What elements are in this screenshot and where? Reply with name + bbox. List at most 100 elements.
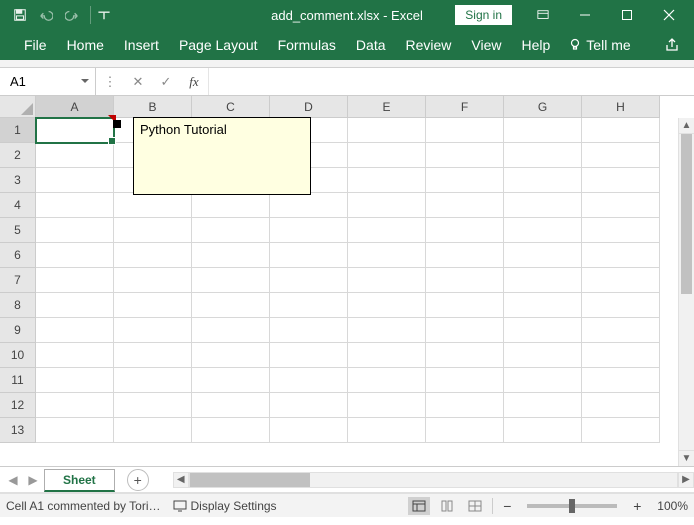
cancel-icon[interactable]: ✕ xyxy=(124,68,152,96)
cell[interactable] xyxy=(270,193,348,218)
cell[interactable] xyxy=(504,393,582,418)
cell[interactable] xyxy=(192,368,270,393)
cell[interactable] xyxy=(192,268,270,293)
cell[interactable] xyxy=(36,243,114,268)
row-header[interactable]: 5 xyxy=(0,218,36,243)
cell[interactable] xyxy=(348,193,426,218)
cell[interactable] xyxy=(36,393,114,418)
tab-home[interactable]: Home xyxy=(57,30,114,60)
horizontal-scroll-thumb[interactable] xyxy=(190,473,310,487)
column-header[interactable]: G xyxy=(504,96,582,118)
formula-input[interactable] xyxy=(209,68,694,95)
tell-me-button[interactable]: Tell me xyxy=(560,37,638,53)
cell[interactable] xyxy=(36,418,114,443)
cell[interactable] xyxy=(270,243,348,268)
cell[interactable] xyxy=(36,343,114,368)
cell[interactable] xyxy=(426,368,504,393)
row-header[interactable]: 9 xyxy=(0,318,36,343)
tab-help[interactable]: Help xyxy=(512,30,561,60)
cell[interactable] xyxy=(270,218,348,243)
cell[interactable] xyxy=(114,368,192,393)
name-box[interactable]: A1 xyxy=(0,68,96,95)
cell[interactable] xyxy=(426,168,504,193)
cell[interactable] xyxy=(426,318,504,343)
cell[interactable] xyxy=(114,193,192,218)
tab-nav-prev-icon[interactable]: ◀ xyxy=(4,469,22,491)
cell[interactable] xyxy=(192,343,270,368)
cell[interactable] xyxy=(582,343,660,368)
column-header[interactable]: F xyxy=(426,96,504,118)
tab-nav-next-icon[interactable]: ▶ xyxy=(24,469,42,491)
cell[interactable] xyxy=(36,368,114,393)
cell[interactable] xyxy=(348,243,426,268)
cell[interactable] xyxy=(114,218,192,243)
row-header[interactable]: 1 xyxy=(0,118,36,143)
cell[interactable] xyxy=(114,343,192,368)
cell[interactable] xyxy=(582,393,660,418)
cell[interactable] xyxy=(348,218,426,243)
cell[interactable] xyxy=(192,318,270,343)
cell[interactable] xyxy=(270,293,348,318)
vertical-scrollbar[interactable]: ▲ ▼ xyxy=(678,118,694,466)
cell[interactable] xyxy=(348,418,426,443)
cell[interactable] xyxy=(114,393,192,418)
cell[interactable] xyxy=(348,343,426,368)
vertical-scroll-thumb[interactable] xyxy=(681,134,692,294)
row-header[interactable]: 8 xyxy=(0,293,36,318)
sign-in-button[interactable]: Sign in xyxy=(455,5,512,25)
cell[interactable] xyxy=(36,118,114,143)
cell[interactable] xyxy=(192,393,270,418)
cell[interactable] xyxy=(270,343,348,368)
zoom-slider[interactable] xyxy=(527,504,617,508)
cell[interactable] xyxy=(582,293,660,318)
row-header[interactable]: 6 xyxy=(0,243,36,268)
cell[interactable] xyxy=(270,418,348,443)
redo-icon[interactable] xyxy=(60,3,84,27)
row-header[interactable]: 12 xyxy=(0,393,36,418)
share-button[interactable] xyxy=(654,37,690,53)
scroll-left-icon[interactable]: ◀ xyxy=(173,472,189,488)
cell[interactable] xyxy=(114,418,192,443)
column-header[interactable]: C xyxy=(192,96,270,118)
cell[interactable] xyxy=(504,118,582,143)
fx-icon[interactable]: fx xyxy=(180,68,208,96)
cell[interactable] xyxy=(270,368,348,393)
cell[interactable] xyxy=(348,318,426,343)
cell[interactable] xyxy=(36,293,114,318)
cell[interactable] xyxy=(504,368,582,393)
cell[interactable] xyxy=(348,393,426,418)
column-header[interactable]: H xyxy=(582,96,660,118)
tab-data[interactable]: Data xyxy=(346,30,396,60)
cell[interactable] xyxy=(504,193,582,218)
cell[interactable] xyxy=(348,118,426,143)
row-header[interactable]: 10 xyxy=(0,343,36,368)
cell[interactable] xyxy=(348,168,426,193)
cell[interactable] xyxy=(426,143,504,168)
cell[interactable] xyxy=(504,243,582,268)
customize-qat-icon[interactable] xyxy=(97,3,111,27)
save-icon[interactable] xyxy=(8,3,32,27)
scroll-up-icon[interactable]: ▲ xyxy=(679,118,694,134)
cell[interactable] xyxy=(36,218,114,243)
tab-file[interactable]: File xyxy=(14,30,57,60)
row-header[interactable]: 11 xyxy=(0,368,36,393)
cell[interactable] xyxy=(426,418,504,443)
cell[interactable] xyxy=(582,218,660,243)
normal-view-icon[interactable] xyxy=(408,497,430,515)
cell[interactable] xyxy=(192,243,270,268)
cell[interactable] xyxy=(582,168,660,193)
cell[interactable] xyxy=(426,218,504,243)
cell[interactable] xyxy=(348,268,426,293)
cell[interactable] xyxy=(504,318,582,343)
cell[interactable] xyxy=(504,418,582,443)
row-header[interactable]: 4 xyxy=(0,193,36,218)
tab-formulas[interactable]: Formulas xyxy=(268,30,346,60)
row-header[interactable]: 3 xyxy=(0,168,36,193)
cell[interactable] xyxy=(192,293,270,318)
cell[interactable] xyxy=(192,218,270,243)
zoom-in-button[interactable]: + xyxy=(629,498,645,514)
zoom-out-button[interactable]: − xyxy=(499,498,515,514)
add-sheet-button[interactable]: + xyxy=(127,469,149,491)
cell[interactable] xyxy=(36,318,114,343)
cell[interactable] xyxy=(192,193,270,218)
